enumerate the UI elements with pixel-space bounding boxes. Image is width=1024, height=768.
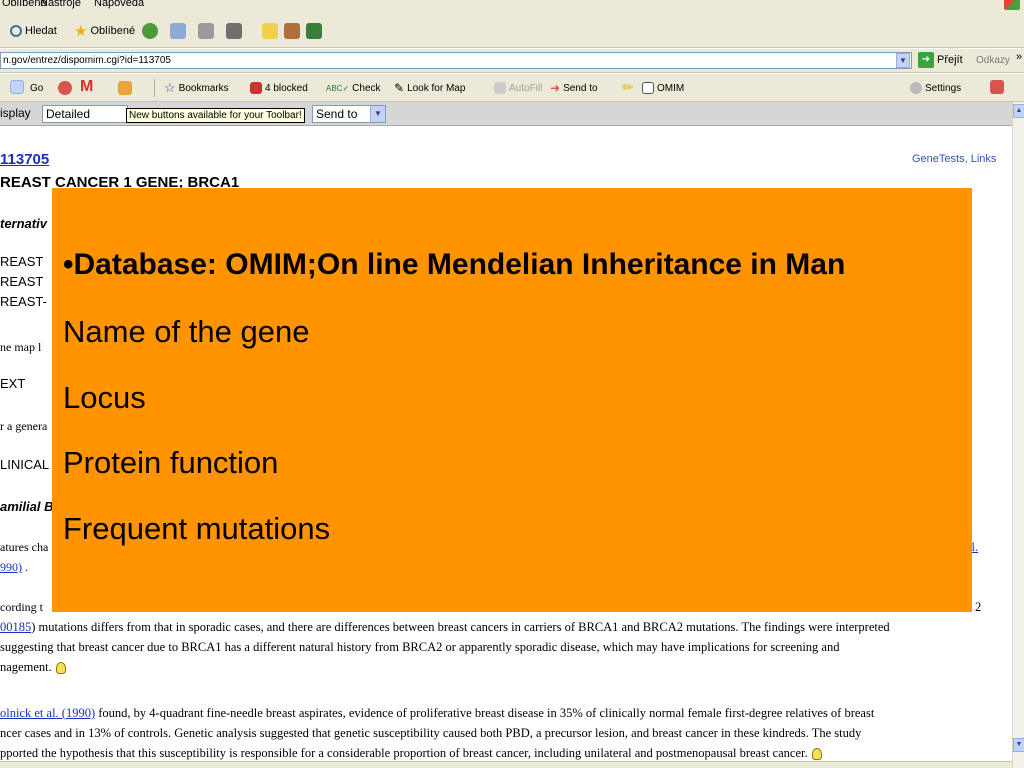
dropdown-arrow-icon: ▼ bbox=[370, 106, 385, 122]
vertical-scrollbar[interactable]: ▲ ▼ bbox=[1012, 102, 1024, 768]
display-label: isplay bbox=[0, 106, 31, 120]
blogger-icon[interactable] bbox=[118, 81, 132, 95]
star-icon: ☆ bbox=[164, 80, 176, 95]
features-text: atures cha bbox=[0, 540, 49, 554]
autofill-icon bbox=[494, 82, 506, 94]
omim-id-link[interactable]: 113705 bbox=[0, 151, 49, 168]
research-icon[interactable] bbox=[284, 23, 300, 39]
address-input[interactable]: n.gov/entrez/dispomim.cgi?id=113705 bbox=[0, 52, 912, 69]
mim-link[interactable]: 00185 bbox=[0, 620, 31, 634]
bullet-glyph: • bbox=[63, 248, 74, 281]
alt-title-3: REAST- bbox=[0, 294, 47, 309]
mail-icon[interactable] bbox=[170, 23, 186, 39]
popup-blocker-button[interactable]: 4 blocked bbox=[250, 80, 308, 96]
slide-heading: •Database: OMIM;On line Mendelian Inheri… bbox=[63, 248, 846, 281]
text-heading: EXT bbox=[0, 376, 26, 391]
display-select[interactable]: Detailed bbox=[42, 105, 128, 123]
blocked-icon bbox=[250, 82, 262, 94]
settings-button[interactable]: Settings bbox=[910, 80, 961, 96]
search-dropdown-icon[interactable] bbox=[10, 80, 24, 94]
scroll-down-button[interactable]: ▼ bbox=[1013, 738, 1024, 752]
menu-bar: Oblíbené Nástroje Nápověda bbox=[0, 0, 1024, 12]
windows-logo-icon bbox=[1004, 0, 1020, 10]
genetests-links[interactable]: GeneTests, Links bbox=[912, 153, 996, 165]
toolbar-tooltip: New buttons available for your Toolbar! bbox=[126, 108, 305, 123]
bookmarks-button[interactable]: ☆ Bookmarks bbox=[164, 80, 229, 96]
spellcheck-icon: ABC✓ bbox=[326, 83, 350, 93]
links-more-button[interactable]: » bbox=[1016, 51, 1022, 63]
paragraph-line: suggesting that breast cancer due to BRC… bbox=[0, 640, 840, 654]
paragraph-line: pported the hypothesis that this suscept… bbox=[0, 746, 822, 761]
print-icon[interactable] bbox=[198, 23, 214, 39]
favorites-button[interactable]: ★ Oblíbené bbox=[74, 22, 135, 40]
menu-help[interactable]: Nápověda bbox=[94, 0, 144, 9]
paragraph-line: ncer cases and in 13% of controls. Genet… bbox=[0, 726, 862, 740]
lightbulb-icon[interactable] bbox=[55, 662, 66, 675]
alt-title-2: REAST bbox=[0, 274, 44, 289]
edit-icon[interactable] bbox=[226, 23, 242, 39]
slide-item-gene-name: Name of the gene bbox=[63, 314, 310, 349]
alt-title-1: REAST bbox=[0, 254, 44, 269]
lightbulb-icon[interactable] bbox=[811, 748, 822, 761]
history-icon[interactable] bbox=[142, 23, 158, 39]
slide-item-locus: Locus bbox=[63, 380, 146, 415]
gmail-icon[interactable]: M bbox=[80, 78, 93, 96]
address-bar: n.gov/entrez/dispomim.cgi?id=113705 ▼ ➔ … bbox=[0, 49, 1024, 73]
general-text: r a genera bbox=[0, 419, 48, 433]
search-button[interactable]: Hledat bbox=[10, 22, 57, 40]
reference-link[interactable]: olnick et al. (1990) bbox=[0, 706, 95, 720]
scroll-up-button[interactable]: ▲ bbox=[1013, 104, 1024, 118]
reference-period: . bbox=[25, 560, 28, 574]
arrow-right-icon: ➔ bbox=[918, 52, 934, 68]
according-text: cording t bbox=[0, 600, 43, 614]
folder-icon[interactable] bbox=[262, 23, 278, 39]
ncbi-display-bar: isplay Detailed New buttons available fo… bbox=[0, 102, 1012, 126]
star-icon: ★ bbox=[74, 23, 88, 40]
highlight-icon[interactable]: ✏ bbox=[622, 79, 634, 96]
number-fragment: 2 bbox=[975, 600, 982, 614]
slide-item-frequent-mutations: Frequent mutations bbox=[63, 511, 331, 546]
menu-tools[interactable]: Nástroje bbox=[40, 0, 81, 9]
slide-overlay: •Database: OMIM;On line Mendelian Inheri… bbox=[52, 188, 972, 612]
map-icon: ✎ bbox=[394, 81, 405, 95]
autofill-button[interactable]: AutoFill bbox=[494, 80, 542, 96]
go-button[interactable]: ➔ Přejít bbox=[918, 52, 963, 68]
omim-icon bbox=[642, 82, 654, 94]
paragraph-line: 00185) mutations differs from that in sp… bbox=[0, 620, 890, 634]
send-to-select[interactable]: Send to ▼ bbox=[312, 105, 386, 123]
alternative-titles-heading: ternativ bbox=[0, 216, 47, 231]
send-to-button[interactable]: ➜ Send to bbox=[550, 80, 598, 96]
dropdown-arrow-icon[interactable]: ▼ bbox=[896, 53, 910, 68]
standard-toolbar: Hledat ★ Oblíbené bbox=[0, 12, 1024, 48]
reference-year-link[interactable]: 990) bbox=[0, 560, 22, 575]
search-icon bbox=[10, 25, 22, 37]
omim-button[interactable]: OMIM bbox=[642, 80, 684, 96]
familial-heading: amilial B bbox=[0, 499, 54, 514]
translate-icon[interactable] bbox=[990, 80, 1004, 94]
links-label[interactable]: Odkazy bbox=[976, 55, 1010, 66]
look-for-map-button[interactable]: ✎ Look for Map bbox=[394, 80, 465, 96]
paragraph-line: nagement. bbox=[0, 660, 66, 675]
clinical-heading: LINICAL bbox=[0, 457, 50, 472]
slide-item-protein-function: Protein function bbox=[63, 445, 279, 480]
messenger-icon[interactable] bbox=[306, 23, 322, 39]
separator bbox=[154, 79, 155, 97]
google-toolbar: Go M ☆ Bookmarks 4 blocked ABC✓ Check ✎ … bbox=[0, 74, 1024, 102]
send-icon: ➜ bbox=[550, 81, 561, 95]
status-bar bbox=[0, 761, 1012, 768]
paragraph-line: olnick et al. (1990) found, by 4-quadran… bbox=[0, 706, 875, 720]
spellcheck-button[interactable]: ABC✓ Check bbox=[326, 80, 381, 96]
settings-icon bbox=[910, 82, 922, 94]
pagerank-icon[interactable] bbox=[58, 81, 72, 95]
go-search-button[interactable]: Go bbox=[30, 80, 43, 96]
gene-map-locus: ne map l bbox=[0, 340, 42, 354]
